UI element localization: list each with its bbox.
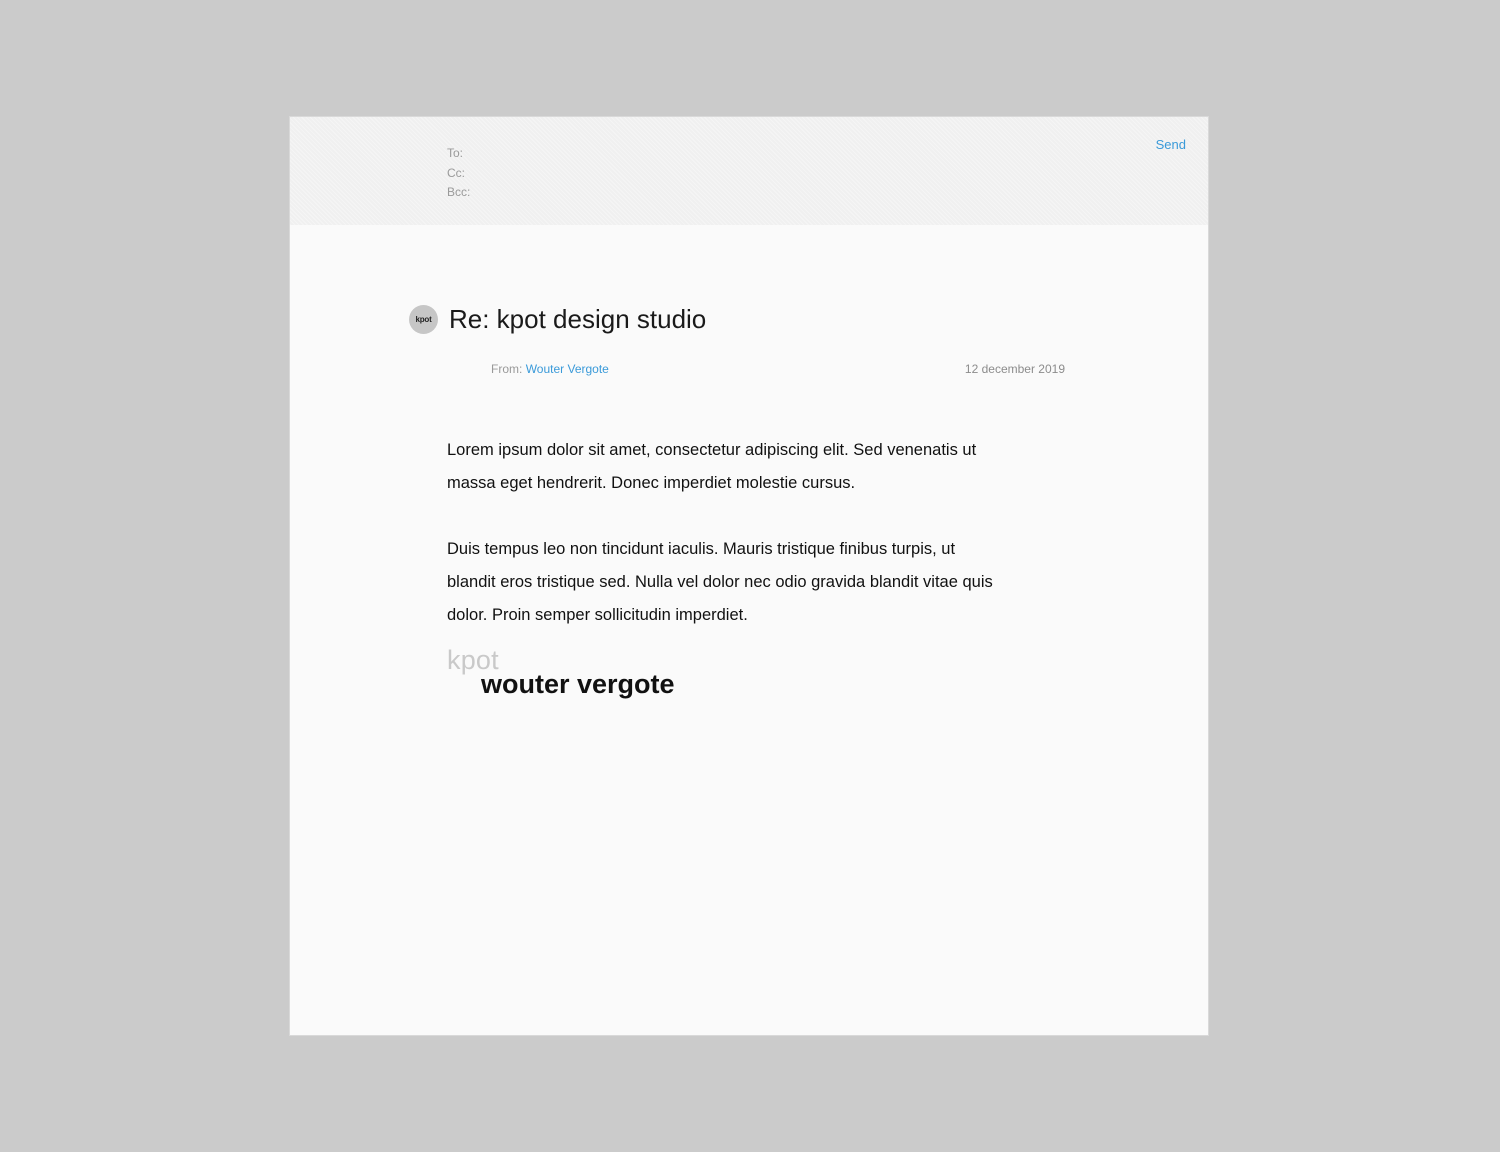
to-label: To: <box>447 146 464 160</box>
bcc-label: Bcc: <box>447 185 471 199</box>
cc-field[interactable]: Cc: <box>447 164 470 184</box>
body-paragraph: Duis tempus leo non tincidunt iaculis. M… <box>447 540 993 624</box>
mail-compose-window: To: Cc: Bcc: Send kpot Re: kpot design s… <box>290 117 1208 1035</box>
cc-label: Cc: <box>447 165 465 180</box>
message-subject: Re: kpot design studio <box>449 304 707 334</box>
signature: kpot wouter vergote <box>447 645 675 699</box>
sender-link[interactable]: Wouter Vergote <box>526 362 609 376</box>
compose-header: To: Cc: Bcc: Send <box>290 117 1208 225</box>
from-label: From: <box>491 362 523 376</box>
message-body[interactable]: Lorem ipsum dolor sit amet, consectetur … <box>447 434 1007 665</box>
avatar: kpot <box>409 305 438 334</box>
signature-name: wouter vergote <box>481 669 675 699</box>
to-field[interactable]: To: <box>447 144 470 164</box>
message-date: 12 december 2019 <box>964 362 1065 376</box>
send-button[interactable]: Send <box>1156 137 1186 152</box>
from-line: From: Wouter Vergote <box>491 362 609 376</box>
bcc-field[interactable]: Bcc: <box>447 183 470 203</box>
body-paragraph: Lorem ipsum dolor sit amet, consectetur … <box>447 441 977 492</box>
recipient-fields: To: Cc: Bcc: <box>447 144 470 203</box>
